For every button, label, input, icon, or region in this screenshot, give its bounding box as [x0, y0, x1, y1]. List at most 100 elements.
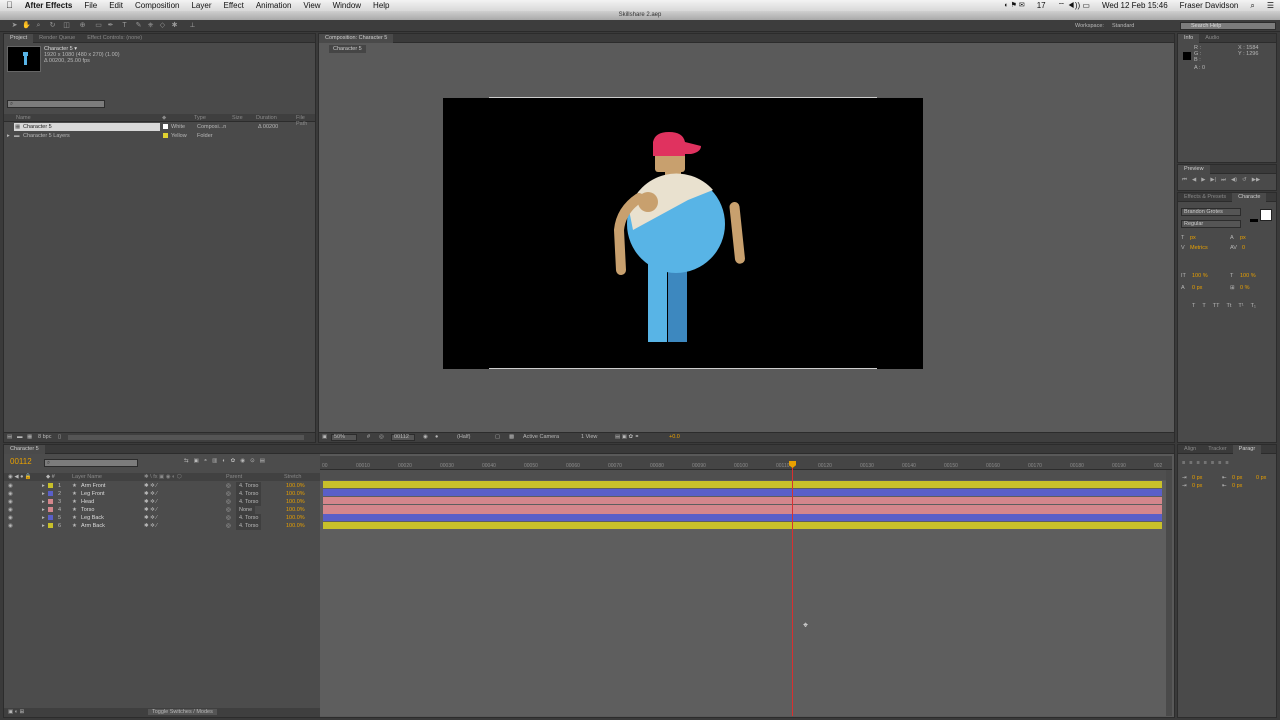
layer-name[interactable]: Leg Front	[81, 490, 105, 498]
pickwhip-icon[interactable]: ◎	[226, 506, 231, 514]
stretch-value[interactable]: 100.0%	[286, 522, 305, 530]
eye-icon[interactable]: ◉	[8, 514, 13, 522]
col-size[interactable]: Size	[232, 115, 243, 121]
tab-character[interactable]: Characte	[1232, 192, 1267, 202]
type-tool-icon[interactable]: T	[120, 22, 129, 30]
comp-viewer[interactable]	[443, 97, 923, 369]
layer-name[interactable]: Arm Back	[81, 522, 105, 530]
layer-row[interactable]: ◉ ▸ 4 ★ Torso ✱ ✲ ⁄ ◎ None 100.0%	[4, 506, 320, 514]
menu-window[interactable]: Window	[327, 0, 367, 11]
parent-select[interactable]: 4. Torso	[236, 498, 262, 506]
magnification-select[interactable]: 50%	[331, 434, 357, 441]
first-frame-icon[interactable]: ⏮	[1182, 177, 1187, 184]
clock[interactable]: Wed 12 Feb 15:46	[1096, 0, 1174, 11]
prev-frame-icon[interactable]: ◀	[1192, 177, 1196, 184]
label-swatch[interactable]	[163, 124, 168, 129]
layer-row[interactable]: ◉ ▸ 1 ★ Arm Front ✱ ✲ ⁄ ◎ 4. Torso 100.0…	[4, 482, 320, 490]
live-update-icon[interactable]: ⊙	[250, 458, 255, 464]
mask-visibility-icon[interactable]: ◎	[379, 434, 384, 440]
layer-label-swatch[interactable]	[48, 483, 53, 488]
col-type[interactable]: Type	[194, 115, 206, 121]
tracking-field[interactable]: 0	[1242, 245, 1245, 251]
stretch-value[interactable]: 100.0%	[286, 490, 305, 498]
timeline-search-input[interactable]: ⌕	[44, 459, 138, 467]
hand-tool-icon[interactable]: ✋	[22, 22, 31, 30]
eye-icon[interactable]: ◉	[8, 498, 13, 506]
interpret-footage-icon[interactable]: ▤	[7, 434, 12, 440]
label-swatch[interactable]	[163, 133, 168, 138]
layer-switches[interactable]: ✱ ✲ ⁄	[144, 482, 157, 490]
all-caps-icon[interactable]: TT	[1213, 303, 1220, 309]
layer-switches[interactable]: ✱ ✲ ⁄	[144, 514, 157, 522]
new-folder-icon[interactable]: ▬	[17, 434, 23, 440]
comp-breadcrumb[interactable]: Character 5	[329, 45, 366, 53]
faux-bold-icon[interactable]: T	[1192, 303, 1195, 309]
fill-color-swatch[interactable]	[1260, 209, 1272, 221]
trash-icon[interactable]: ▯	[58, 434, 61, 440]
project-row-comp[interactable]: ▦ Character 5 White Composi...n Δ 00200	[4, 123, 315, 131]
timeline-options-icon[interactable]: ▤	[260, 458, 265, 464]
twirl-icon[interactable]: ▸	[42, 522, 45, 530]
timeline-scrollbar[interactable]	[1166, 470, 1172, 716]
frame-blending-icon[interactable]: ▥	[212, 458, 217, 464]
notification-count[interactable]: 17	[1031, 0, 1052, 11]
character-artwork[interactable]	[443, 98, 923, 369]
col-parent[interactable]: Parent	[226, 474, 242, 480]
twirl-icon[interactable]: ▸	[42, 514, 45, 522]
tab-effect-controls[interactable]: Effect Controls: (none)	[81, 34, 148, 43]
align-center-icon[interactable]: ≡	[1189, 460, 1192, 466]
apple-icon[interactable]: 	[0, 0, 19, 11]
small-caps-icon[interactable]: Tt	[1226, 303, 1231, 309]
tab-info[interactable]: Info	[1178, 33, 1200, 43]
puppet-tool-icon[interactable]: ✱	[170, 22, 179, 30]
transparency-grid-icon[interactable]: ▩	[509, 434, 514, 440]
graph-editor-icon[interactable]: ✿	[231, 458, 236, 464]
parent-select[interactable]: 4. Torso	[236, 490, 262, 498]
parent-select[interactable]: 4. Torso	[236, 514, 262, 522]
font-family-select[interactable]: Brandon Grotes	[1181, 208, 1241, 216]
layer-bar-arm-back[interactable]	[323, 522, 1162, 529]
spotlight-icon[interactable]: ⌕	[1244, 0, 1260, 11]
stretch-value[interactable]: 100.0%	[286, 506, 305, 514]
layer-label-swatch[interactable]	[48, 499, 53, 504]
stroke-color-swatch[interactable]	[1250, 219, 1258, 222]
layer-label-swatch[interactable]	[48, 491, 53, 496]
last-frame-icon[interactable]: ⏭	[1221, 177, 1226, 184]
pan-behind-tool-icon[interactable]: ⊕	[78, 22, 87, 30]
rotate-tool-icon[interactable]: ↻	[48, 22, 57, 30]
always-preview-icon[interactable]: ▣	[322, 434, 327, 440]
play-icon[interactable]: ▶	[1201, 177, 1205, 184]
audio-icon[interactable]: ◀)	[1231, 177, 1237, 184]
tsume-field[interactable]: 0 %	[1240, 285, 1249, 291]
menu-composition[interactable]: Composition	[129, 0, 185, 11]
next-frame-icon[interactable]: ▶|	[1210, 177, 1216, 184]
layer-label-swatch[interactable]	[48, 515, 53, 520]
label-column-icon[interactable]: ◆	[162, 115, 166, 121]
justify-all-icon[interactable]: ≡	[1225, 460, 1228, 466]
tab-preview[interactable]: Preview	[1178, 164, 1210, 174]
layer-switches[interactable]: ✱ ✲ ⁄	[144, 490, 157, 498]
current-time-field[interactable]: 00112	[391, 434, 415, 441]
disclosure-triangle-icon[interactable]: ▸	[7, 133, 10, 139]
layer-row[interactable]: ◉ ▸ 2 ★ Leg Front ✱ ✲ ⁄ ◎ 4. Torso 100.0…	[4, 490, 320, 498]
tab-audio[interactable]: Audio	[1199, 34, 1225, 43]
tab-render-queue[interactable]: Render Queue	[33, 34, 81, 43]
parent-select[interactable]: 4. Torso	[236, 522, 262, 530]
menu-view[interactable]: View	[297, 0, 326, 11]
rectangle-tool-icon[interactable]: ▭	[94, 22, 103, 30]
tab-timeline-comp[interactable]: Character 5	[4, 444, 45, 454]
exposure-value[interactable]: +0.0	[669, 434, 680, 440]
new-comp-icon[interactable]: ▦	[27, 434, 32, 440]
region-of-interest-icon[interactable]: ▢	[495, 434, 500, 440]
layer-row[interactable]: ◉ ▸ 6 ★ Arm Back ✱ ✲ ⁄ ◎ 4. Torso 100.0%	[4, 522, 320, 530]
wifi-icon[interactable]: ⌔ ◀)) ▭	[1052, 0, 1096, 11]
camera-select[interactable]: Active Camera	[523, 434, 559, 440]
motion-blur-icon[interactable]: ◐	[222, 458, 225, 464]
align-left-icon[interactable]: ≡	[1182, 460, 1185, 466]
menu-animation[interactable]: Animation	[250, 0, 298, 11]
col-duration[interactable]: Duration	[256, 115, 277, 121]
draft-3d-icon[interactable]: ▣	[194, 458, 199, 464]
eye-icon[interactable]: ◉	[8, 482, 13, 490]
horizontal-scale-field[interactable]: 100 %	[1240, 273, 1256, 279]
twirl-icon[interactable]: ▸	[42, 506, 45, 514]
